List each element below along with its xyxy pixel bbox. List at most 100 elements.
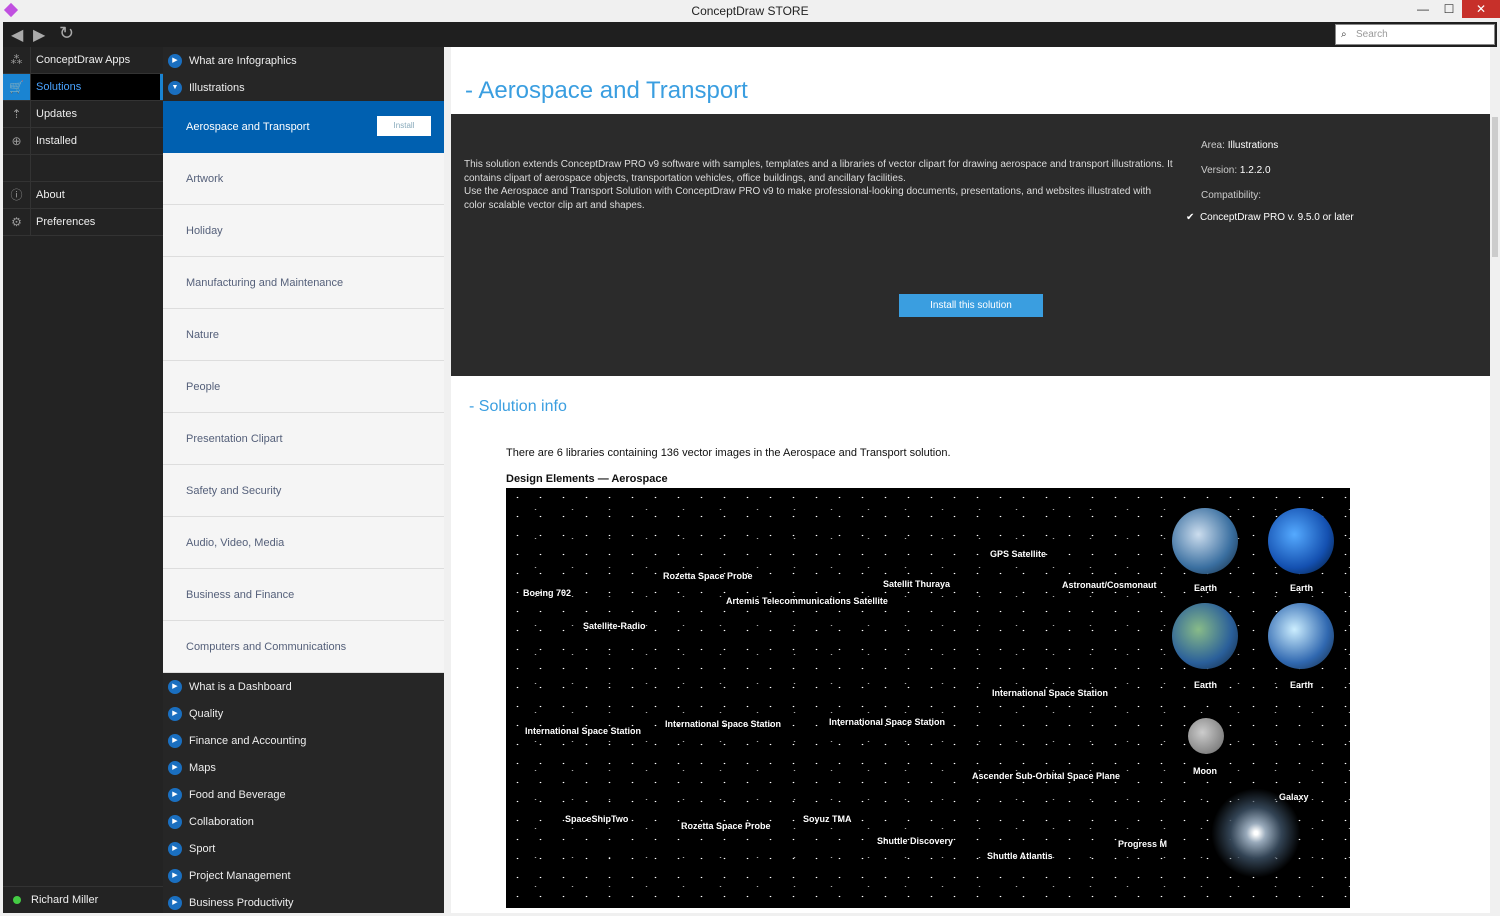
close-button[interactable]: ✕	[1462, 0, 1500, 18]
forward-icon[interactable]: ▶	[33, 25, 45, 45]
check-icon: ✔	[1186, 212, 1195, 223]
nav-preferences[interactable]: ⚙ Preferences	[3, 209, 163, 236]
image-label: Soyuz TMA	[803, 814, 852, 824]
solution-summary-panel: This solution extends ConceptDraw PRO v9…	[451, 114, 1490, 376]
expand-icon: ▶	[168, 787, 182, 802]
window-title: ConceptDraw STORE	[691, 4, 809, 18]
info-icon: ⓘ	[3, 182, 31, 208]
image-label: Progress M	[1118, 839, 1168, 849]
online-status-icon	[13, 896, 21, 904]
image-label: Rozetta Space Probe	[663, 571, 753, 581]
category-label: Illustrations	[189, 81, 245, 94]
scrollbar-thumb[interactable]	[1492, 117, 1498, 257]
solution-item[interactable]: Holiday	[163, 205, 444, 257]
solution-item[interactable]: Artwork	[163, 153, 444, 205]
nav-label: Preferences	[36, 216, 96, 228]
solution-item[interactable]: Business and Finance	[163, 569, 444, 621]
category-illustrations[interactable]: ▼ Illustrations	[163, 74, 444, 101]
expand-icon: ▶	[168, 53, 182, 68]
refresh-icon[interactable]: ↻	[59, 23, 74, 44]
category-item[interactable]: ▶ Collaboration	[163, 808, 444, 835]
category-label: Finance and Accounting	[189, 734, 307, 747]
image-label: Shuttle Discovery	[877, 836, 954, 846]
design-elements-image: Boeing 702 Rozetta Space Probe Artemis Tel…	[506, 488, 1350, 908]
search-icon: ⌕	[1341, 29, 1347, 40]
description-paragraph: Use the Aerospace and Transport Solution…	[464, 186, 1152, 211]
compatibility-label: Compatibility:	[1201, 190, 1262, 201]
category-label: Business Productivity	[189, 896, 294, 909]
solution-info-heading[interactable]: - Solution info	[469, 398, 567, 416]
category-item[interactable]: ▶ What is a Dashboard	[163, 673, 444, 700]
image-label: SpaceShipTwo	[565, 814, 629, 824]
category-item[interactable]: ▶ Food and Beverage	[163, 781, 444, 808]
category-item[interactable]: ▶ Quality	[163, 700, 444, 727]
image-label: Astronaut/Cosmonaut	[1062, 580, 1157, 590]
image-label: Boeing 702	[523, 588, 572, 598]
nav-installed[interactable]: ⊕ Installed	[3, 128, 163, 155]
solution-item[interactable]: Computers and Communications	[163, 621, 444, 673]
search-placeholder: Search	[1356, 29, 1388, 40]
image-label: Shuttle Atlantis	[987, 851, 1053, 861]
nav-solutions[interactable]: 🛒 Solutions	[3, 74, 163, 101]
nav-about[interactable]: ⓘ About	[3, 182, 163, 209]
scrollbar[interactable]	[1490, 47, 1500, 913]
nav-label: ConceptDraw Apps	[36, 54, 131, 66]
user-name: Richard Miller	[31, 894, 99, 906]
image-label: Rozetta Space Probe	[681, 821, 771, 831]
cart-icon: 🛒	[3, 74, 31, 100]
image-label: Satellite-Radio	[583, 621, 646, 631]
image-label: GPS Satellite	[990, 549, 1047, 559]
image-label: Earth	[1194, 583, 1218, 593]
nav-updates[interactable]: ⇡ Updates	[3, 101, 163, 128]
solution-item[interactable]: People	[163, 361, 444, 413]
image-label: Ascender Sub-Orbital Space Plane	[972, 771, 1121, 781]
category-label: Sport	[189, 842, 216, 855]
category-label: What are Infographics	[189, 54, 297, 67]
nav-label: About	[36, 189, 65, 201]
updates-icon: ⇡	[3, 101, 31, 127]
description-paragraph: This solution extends ConceptDraw PRO v9…	[464, 159, 1173, 184]
category-label: Project Management	[189, 869, 291, 882]
collapse-icon: ▼	[168, 80, 182, 95]
install-button[interactable]: Install	[377, 116, 431, 136]
category-item[interactable]: ▶ Project Management	[163, 862, 444, 889]
category-label: Collaboration	[189, 815, 254, 828]
maximize-button[interactable]: ☐	[1436, 0, 1462, 18]
nav-conceptdraw-apps[interactable]: ⁂ ConceptDraw Apps	[3, 47, 163, 74]
page-title: - Aerospace and Transport	[465, 77, 748, 104]
expand-icon: ▶	[168, 733, 182, 748]
category-item[interactable]: ▶ Finance and Accounting	[163, 727, 444, 754]
solution-description: This solution extends ConceptDraw PRO v9…	[464, 158, 1174, 212]
install-solution-button[interactable]: Install this solution	[899, 294, 1043, 317]
category-label: Quality	[189, 707, 224, 720]
category-item[interactable]: ▶ Sport	[163, 835, 444, 862]
solution-details: - Aerospace and Transport This solution …	[451, 47, 1490, 913]
image-label: International Space Station	[665, 719, 782, 729]
category-label: Maps	[189, 761, 216, 774]
expand-icon: ▶	[168, 868, 182, 883]
nav-label: Installed	[36, 135, 77, 147]
image-label: Earth	[1290, 583, 1314, 593]
solution-item[interactable]: Safety and Security	[163, 465, 444, 517]
minimize-button[interactable]: —	[1410, 0, 1436, 18]
solution-item[interactable]: Nature	[163, 309, 444, 361]
category-what-are-infographics[interactable]: ▶ What are Infographics	[163, 47, 444, 74]
back-icon[interactable]: ◀	[11, 25, 23, 45]
category-item[interactable]: ▶ Maps	[163, 754, 444, 781]
solution-item[interactable]: Presentation Clipart	[163, 413, 444, 465]
nav-spacer	[3, 155, 163, 182]
solution-label: Aerospace and Transport	[186, 121, 310, 133]
nav-label: Solutions	[36, 81, 82, 93]
toolbar: ◀ ▶ ↻ ⌕ Search	[3, 22, 1497, 47]
search-input[interactable]: ⌕ Search	[1335, 24, 1495, 45]
expand-icon: ▶	[168, 841, 182, 856]
image-label: Galaxy	[1279, 792, 1309, 802]
category-item[interactable]: ▶ Business Productivity	[163, 889, 444, 916]
user-status[interactable]: Richard Miller	[3, 886, 163, 913]
category-label: Food and Beverage	[189, 788, 286, 801]
solutions-list: ▶ What are Infographics ▼ Illustrations Ae…	[163, 47, 444, 913]
solution-aerospace-and-transport[interactable]: Aerospace and Transport Install	[163, 101, 444, 153]
solution-item[interactable]: Manufacturing and Maintenance	[163, 257, 444, 309]
area-field: Area: Illustrations	[1201, 140, 1279, 151]
solution-item[interactable]: Audio, Video, Media	[163, 517, 444, 569]
